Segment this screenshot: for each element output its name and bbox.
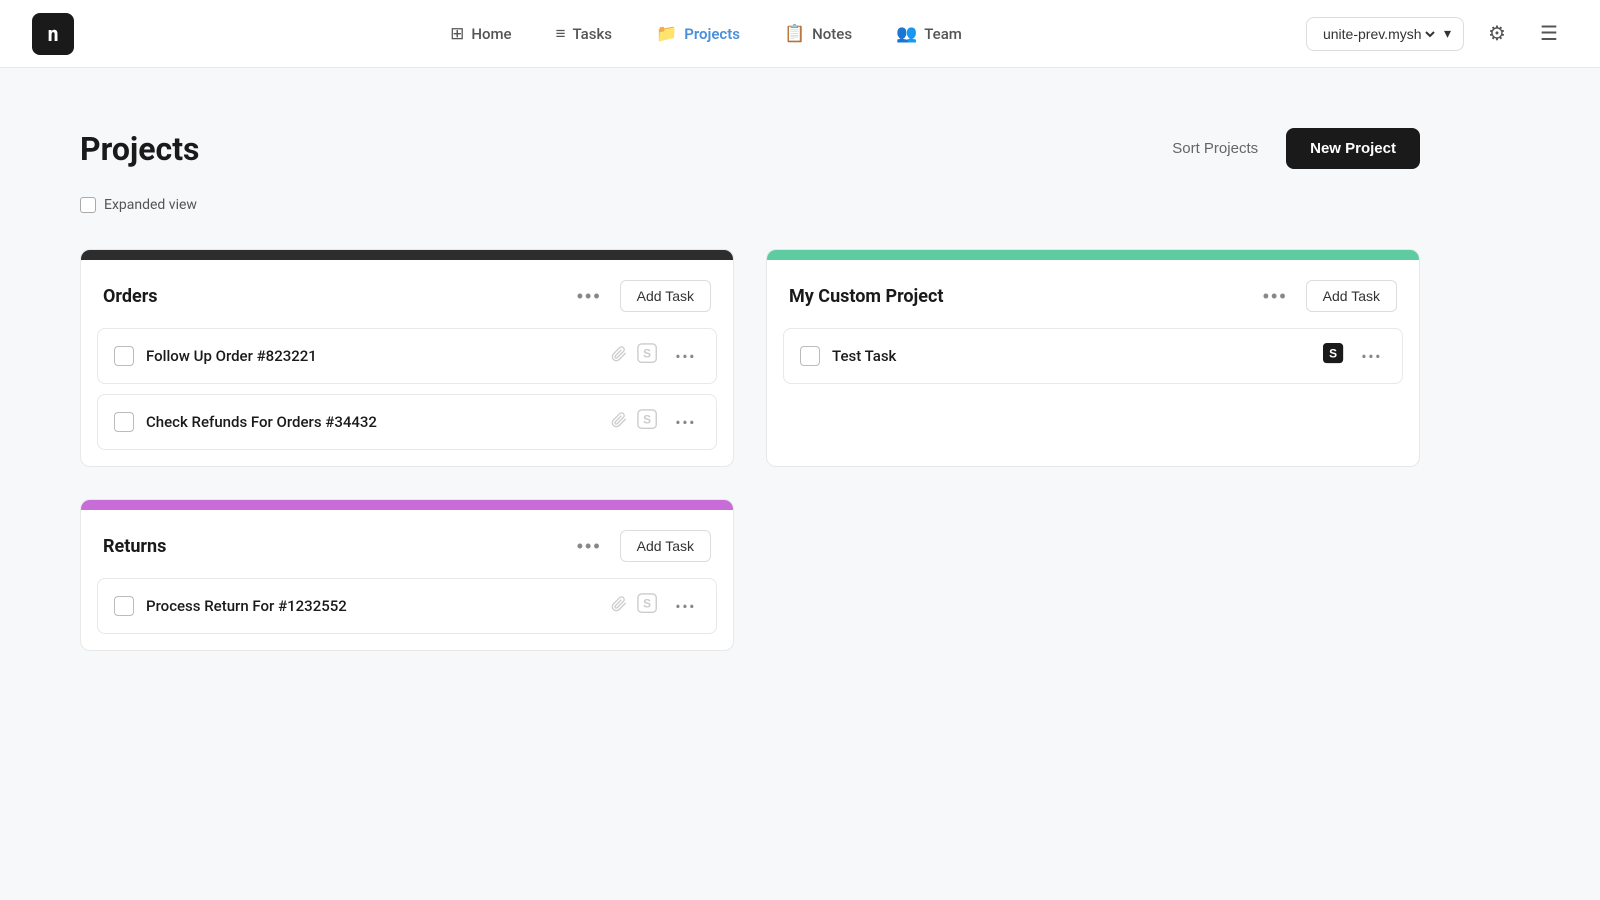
task-checkbox[interactable] [114,412,134,432]
shopify-icon: S [1323,343,1345,369]
task-name: Follow Up Order #823221 [146,347,599,365]
project-actions-orders: ••• Add Task [571,280,711,312]
project-color-bar-orders [81,250,733,260]
settings-button[interactable]: ⚙ [1478,15,1516,53]
team-nav-label: Team [924,25,962,43]
task-dots-button[interactable]: ••• [671,345,700,368]
nav-links: ⊞ Home ≡ Tasks 📁 Projects 📋 Notes 👥 Team [106,16,1306,52]
chevron-down-icon: ▾ [1444,26,1451,42]
task-name: Process Return For #1232552 [146,597,599,615]
svg-text:S: S [1329,347,1337,361]
shopify-icon: S [637,409,659,435]
task-icons: S [1323,343,1345,369]
tasks-list-orders: Follow Up Order #823221S•••Check Refunds… [81,328,733,466]
project-color-bar-custom [767,250,1419,260]
nav-item-home[interactable]: ⊞ Home [432,16,530,52]
project-name-returns: Returns [103,536,166,557]
task-name: Test Task [832,347,1311,365]
task-icons: S [611,593,659,619]
project-dots-button-returns[interactable]: ••• [571,532,608,561]
projects-grid: Orders ••• Add Task Follow Up Order #823221… [80,249,1420,651]
project-card-returns: Returns ••• Add Task Process Return For #12… [80,499,734,651]
sort-projects-button[interactable]: Sort Projects [1160,132,1270,165]
tasks-nav-icon: ≡ [556,24,566,44]
tasks-nav-label: Tasks [573,25,613,43]
notes-nav-icon: 📋 [784,24,805,44]
project-card-orders: Orders ••• Add Task Follow Up Order #823221… [80,249,734,467]
svg-text:S: S [643,413,651,427]
store-selector[interactable]: unite-prev.mysh ▾ [1306,17,1464,51]
project-actions-returns: ••• Add Task [571,530,711,562]
nav-right: unite-prev.mysh ▾ ⚙ ☰ [1306,15,1568,53]
shopify-icon: S [637,593,659,619]
task-icons: S [611,343,659,369]
project-header-orders: Orders ••• Add Task [81,260,733,328]
nav-item-projects[interactable]: 📁 Projects [638,16,758,52]
project-actions-custom: ••• Add Task [1257,280,1397,312]
task-checkbox[interactable] [800,346,820,366]
task-checkbox[interactable] [114,596,134,616]
nav-item-team[interactable]: 👥 Team [878,16,980,52]
task-dots-button[interactable]: ••• [671,595,700,618]
store-dropdown[interactable]: unite-prev.mysh [1319,25,1438,43]
main-content: Projects Sort Projects New Project Expan… [0,68,1500,711]
svg-text:S: S [643,347,651,361]
expanded-view-row: Expanded view [80,197,1420,213]
attachment-icon [611,412,627,432]
task-name: Check Refunds For Orders #34432 [146,413,599,431]
project-dots-button-custom[interactable]: ••• [1257,282,1294,311]
projects-nav-label: Projects [684,25,740,43]
task-item: Test Task S ••• [783,328,1403,384]
new-project-button[interactable]: New Project [1286,128,1420,169]
expanded-view-checkbox[interactable] [80,197,96,213]
add-task-button-custom[interactable]: Add Task [1306,280,1397,312]
task-checkbox[interactable] [114,346,134,366]
tasks-list-returns: Process Return For #1232552 S ••• [81,578,733,650]
task-item: Check Refunds For Orders #34432 S ••• [97,394,717,450]
team-nav-icon: 👥 [896,24,917,44]
attachment-icon [611,596,627,616]
expanded-view-label[interactable]: Expanded view [104,197,197,213]
project-color-bar-returns [81,500,733,510]
project-header-returns: Returns ••• Add Task [81,510,733,578]
logo-text: n [47,22,59,46]
home-nav-label: Home [471,25,511,43]
project-name-custom: My Custom Project [789,286,943,307]
task-dots-button[interactable]: ••• [671,411,700,434]
task-item: Process Return For #1232552 S ••• [97,578,717,634]
header-actions: Sort Projects New Project [1160,128,1420,169]
logo[interactable]: n [32,13,74,55]
project-name-orders: Orders [103,286,158,307]
home-nav-icon: ⊞ [450,24,464,44]
nav-item-tasks[interactable]: ≡ Tasks [538,16,630,52]
task-icons: S [611,409,659,435]
task-item: Follow Up Order #823221 S ••• [97,328,717,384]
project-dots-button-orders[interactable]: ••• [571,282,608,311]
nav-item-notes[interactable]: 📋 Notes [766,16,870,52]
menu-button[interactable]: ☰ [1530,15,1568,53]
add-task-button-orders[interactable]: Add Task [620,280,711,312]
shopify-icon: S [637,343,659,369]
project-header-custom: My Custom Project ••• Add Task [767,260,1419,328]
tasks-list-custom: Test Task S ••• [767,328,1419,400]
page-header: Projects Sort Projects New Project [80,128,1420,169]
notes-nav-label: Notes [812,25,852,43]
navbar: n ⊞ Home ≡ Tasks 📁 Projects 📋 Notes 👥 Team unite-… [0,0,1600,68]
page-title: Projects [80,130,199,168]
project-card-custom: My Custom Project ••• Add Task Test Task S ••… [766,249,1420,467]
task-dots-button[interactable]: ••• [1357,345,1386,368]
svg-text:S: S [643,597,651,611]
attachment-icon [611,346,627,366]
add-task-button-returns[interactable]: Add Task [620,530,711,562]
projects-nav-icon: 📁 [656,24,677,44]
